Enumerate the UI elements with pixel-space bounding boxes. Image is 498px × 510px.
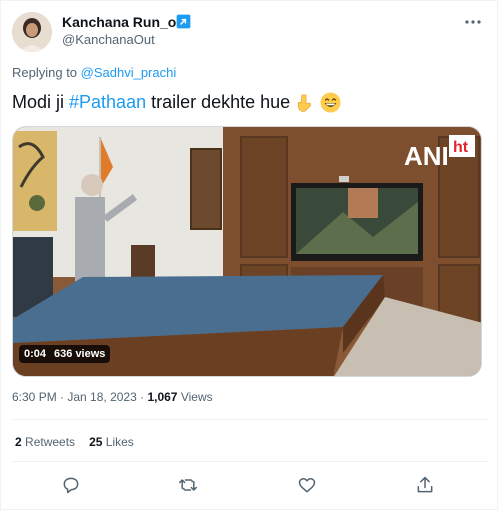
tweet-stats: 2 Retweets 25 Likes	[15, 435, 134, 449]
tweet-meta: 6:30 PM · Jan 18, 2023 · 1,067 Views	[12, 390, 213, 404]
verified-badge-icon	[176, 14, 191, 29]
pointing-down-emoji-icon	[297, 94, 312, 112]
grinning-face-emoji-icon	[320, 92, 341, 113]
retweets-count: 2	[15, 435, 22, 449]
tweet-date[interactable]: Jan 18, 2023	[67, 390, 136, 404]
avatar[interactable]	[12, 12, 52, 52]
tweet-text-end: trailer dekhte hue	[151, 92, 291, 112]
like-button[interactable]	[295, 473, 319, 497]
video-duration-badge: 0:04 636 views	[19, 345, 111, 363]
reply-icon	[63, 477, 79, 494]
tweet-text-start: Modi ji	[12, 92, 65, 112]
author-handle[interactable]: @KanchanaOut	[62, 32, 155, 47]
video-views: 636 views	[54, 348, 106, 360]
retweet-icon	[178, 479, 198, 491]
replying-to-link[interactable]: @Sadhvi_prachi	[81, 65, 177, 80]
tweet-text: Modi ji #Pathaan trailer dekhte hue	[12, 92, 341, 113]
tweet-card: Kanchana Run_out @KanchanaOut Replying t…	[0, 0, 498, 510]
views-label: Views	[180, 390, 213, 404]
video-player[interactable]: ANI ht	[12, 126, 482, 377]
reply-button[interactable]	[59, 473, 83, 497]
author-display-name[interactable]: Kanchana Run_out	[62, 14, 190, 30]
video-frame: ANI ht	[13, 127, 481, 376]
like-icon	[298, 478, 316, 493]
replying-to-label: Replying to	[12, 65, 81, 80]
meta-separator: ·	[56, 390, 68, 404]
video-duration: 0:04	[24, 348, 47, 360]
retweets-label: Retweets	[25, 435, 76, 449]
likes-stat[interactable]: 25 Likes	[89, 435, 134, 449]
share-button[interactable]	[413, 473, 437, 497]
hashtag-link[interactable]: #Pathaan	[69, 92, 146, 113]
retweets-stat[interactable]: 2 Retweets	[15, 435, 75, 449]
meta-separator-2: ·	[136, 390, 148, 404]
more-options-button[interactable]	[463, 13, 483, 31]
divider	[12, 461, 488, 462]
more-icon	[465, 20, 481, 24]
likes-label: Likes	[105, 435, 134, 449]
view-count: 1,067	[147, 390, 178, 404]
retweet-button[interactable]	[176, 473, 200, 497]
video-watermark: ANI	[404, 141, 449, 171]
divider	[12, 419, 488, 420]
likes-count: 25	[89, 435, 103, 449]
share-icon	[417, 476, 433, 493]
action-bar	[1, 473, 498, 497]
avatar-image	[12, 12, 52, 52]
replying-to: Replying to @Sadhvi_prachi	[12, 65, 176, 80]
tweet-time[interactable]: 6:30 PM	[12, 390, 57, 404]
video-watermark-sup: ht	[453, 139, 469, 156]
